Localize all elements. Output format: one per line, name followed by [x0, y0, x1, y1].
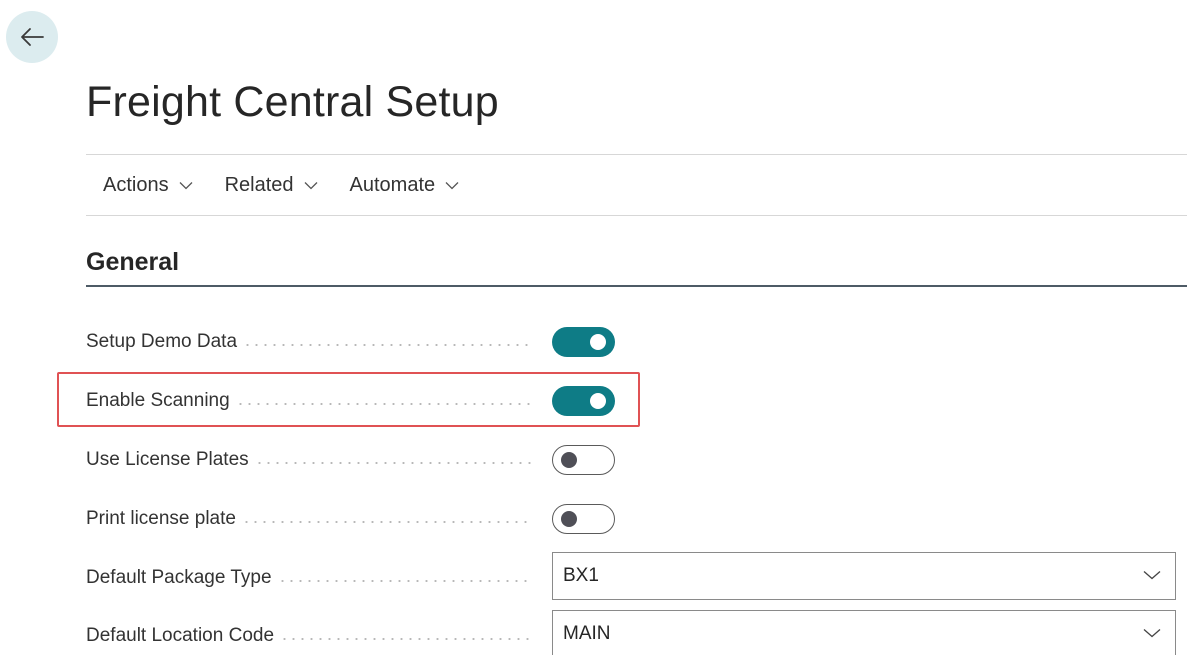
related-menu-label: Related [224, 174, 294, 196]
field-label: Use License Plates [86, 449, 249, 470]
toggle-knob [590, 334, 606, 350]
toggle-knob [561, 511, 577, 527]
leader-dots [280, 638, 532, 640]
automate-menu[interactable]: Automate [350, 174, 460, 197]
select-value: MAIN [563, 623, 611, 644]
field-default-package-type: Default Package Type BX1 [86, 552, 1187, 600]
chevron-down-icon [1143, 625, 1161, 643]
section-divider [86, 285, 1187, 287]
field-use-license-plates: Use License Plates [86, 440, 1187, 480]
select-value: BX1 [563, 565, 599, 586]
toggle-knob [590, 393, 606, 409]
action-bar-bottom-divider [86, 215, 1187, 216]
field-label: Default Package Type [86, 567, 272, 588]
setup-demo-data-toggle[interactable] [552, 327, 615, 357]
action-bar: Actions Related Automate [86, 155, 1187, 216]
chevron-down-icon [179, 181, 193, 190]
field-print-license-plate: Print license plate [86, 499, 1187, 539]
default-location-code-select[interactable]: MAIN [552, 610, 1176, 655]
actions-menu-label: Actions [103, 174, 169, 196]
print-license-plate-toggle[interactable] [552, 504, 615, 534]
chevron-down-icon [445, 181, 459, 190]
back-button[interactable] [6, 11, 58, 63]
chevron-down-icon [304, 181, 318, 190]
leader-dots [243, 344, 532, 346]
section-title-general[interactable]: General [86, 248, 179, 277]
freight-central-setup-page: Freight Central Setup Actions Related Au… [0, 0, 1187, 655]
related-menu[interactable]: Related [225, 174, 318, 197]
field-label: Enable Scanning [86, 390, 230, 411]
leader-dots [254, 462, 532, 464]
leader-dots [235, 403, 532, 405]
use-license-plates-toggle[interactable] [552, 445, 615, 475]
field-label: Default Location Code [86, 625, 275, 646]
toggle-knob [561, 452, 577, 468]
field-label: Print license plate [86, 508, 236, 529]
field-default-location-code: Default Location Code MAIN [86, 610, 1187, 655]
actions-menu[interactable]: Actions [103, 174, 193, 197]
field-label: Setup Demo Data [86, 331, 238, 352]
leader-dots [241, 521, 532, 523]
chevron-down-icon [1143, 567, 1161, 585]
enable-scanning-toggle[interactable] [552, 386, 615, 416]
automate-menu-label: Automate [349, 174, 436, 196]
page-title: Freight Central Setup [86, 78, 499, 126]
arrow-left-icon [21, 28, 44, 46]
leader-dots [277, 580, 532, 582]
field-enable-scanning: Enable Scanning [86, 381, 1187, 421]
default-package-type-select[interactable]: BX1 [552, 552, 1176, 600]
field-setup-demo-data: Setup Demo Data [86, 322, 1187, 362]
